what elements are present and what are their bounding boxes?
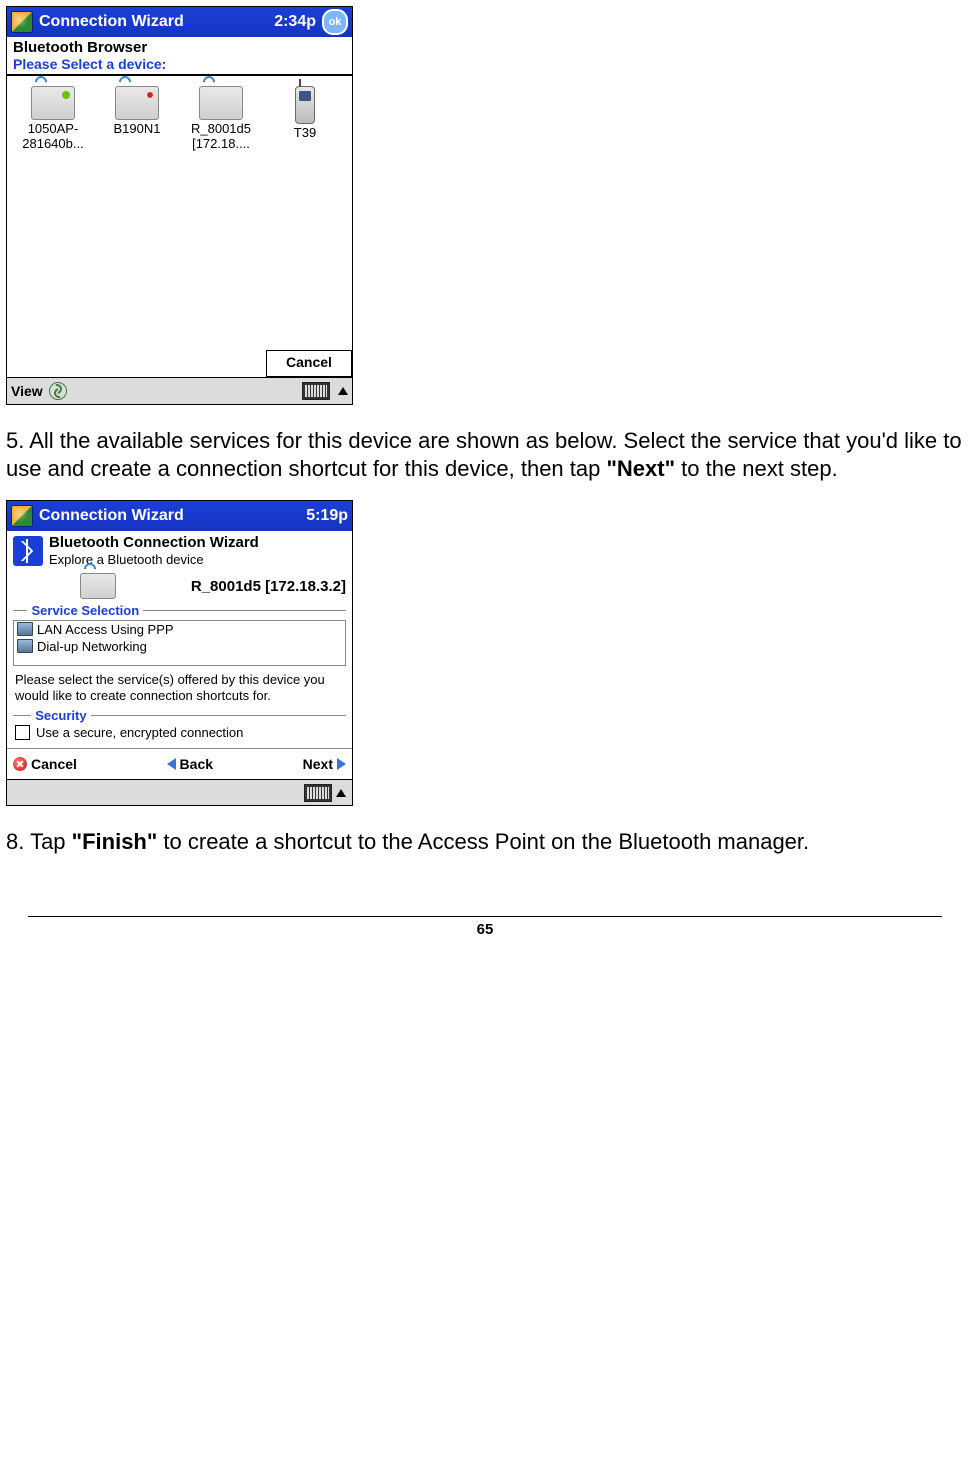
keyboard-icon[interactable] <box>304 784 332 802</box>
router-icon <box>80 573 116 599</box>
device-grid: 1050AP-281640b... B190N1 R_8001d5 [172.1… <box>7 76 352 346</box>
menu-bar: View <box>7 377 352 404</box>
device-item[interactable]: B190N1 <box>95 86 179 330</box>
bluetooth-icon <box>13 536 43 566</box>
device-label: R_8001d5 [172.18.... <box>191 121 251 151</box>
start-icon[interactable] <box>11 505 33 527</box>
dialup-icon <box>17 639 33 653</box>
keyboard-icon[interactable] <box>302 382 330 400</box>
checkbox-icon[interactable] <box>15 725 30 740</box>
cancel-icon <box>13 757 27 771</box>
device-item[interactable]: R_8001d5 [172.18.... <box>179 86 263 330</box>
bluetooth-browser-heading: Bluetooth Browser <box>7 37 352 56</box>
selected-device-row: R_8001d5 [172.18.3.2] <box>7 571 352 603</box>
sip-up-icon[interactable] <box>336 789 346 797</box>
security-label: Security <box>13 708 346 723</box>
refresh-icon[interactable] <box>49 382 67 400</box>
cancel-button[interactable]: Cancel <box>13 756 77 772</box>
device-label: B190N1 <box>114 121 161 136</box>
instruction-step5: 5. All the available services for this d… <box>6 427 964 482</box>
ok-button[interactable]: ok <box>322 9 348 35</box>
screenshot-bluetooth-browser: Connection Wizard 2:34p ok Bluetooth Bro… <box>6 6 353 405</box>
service-item[interactable]: LAN Access Using PPP <box>14 621 345 638</box>
phone-icon <box>295 86 315 124</box>
device-label: T39 <box>294 125 316 140</box>
cancel-button[interactable]: Cancel <box>266 350 352 377</box>
arrow-left-icon <box>167 758 176 770</box>
wizard-subtitle: Explore a Bluetooth device <box>49 552 259 567</box>
app-title: Connection Wizard <box>39 13 184 31</box>
wizard-nav: Cancel Back Next <box>7 748 352 779</box>
service-listbox[interactable]: LAN Access Using PPP Dial-up Networking <box>13 620 346 666</box>
lan-icon <box>17 622 33 636</box>
device-item[interactable]: T39 <box>263 86 347 330</box>
router-icon <box>31 86 75 120</box>
wizard-title: Bluetooth Connection Wizard <box>49 535 259 552</box>
service-help-text: Please select the service(s) offered by … <box>7 668 352 709</box>
secure-connection-row[interactable]: Use a secure, encrypted connection <box>7 723 352 748</box>
select-device-prompt: Please Select a device: <box>7 56 352 76</box>
wizard-header: Bluetooth Connection Wizard Explore a Bl… <box>7 531 352 571</box>
router-icon <box>199 86 243 120</box>
arrow-right-icon <box>337 758 346 770</box>
back-button[interactable]: Back <box>167 756 213 772</box>
start-icon[interactable] <box>11 11 33 33</box>
instruction-step8: 8. Tap "Finish" to create a shortcut to … <box>6 828 964 856</box>
selected-device-name: R_8001d5 [172.18.3.2] <box>191 578 346 595</box>
router-icon <box>115 86 159 120</box>
app-title: Connection Wizard <box>39 507 184 525</box>
sip-up-icon[interactable] <box>338 387 348 395</box>
view-menu[interactable]: View <box>11 383 43 399</box>
titlebar: Connection Wizard 2:34p ok <box>7 7 352 37</box>
next-button[interactable]: Next <box>303 756 346 772</box>
service-selection-label: Service Selection <box>13 603 346 618</box>
clock: 5:19p <box>306 507 348 525</box>
service-item[interactable]: Dial-up Networking <box>14 638 345 655</box>
page-rule <box>28 916 942 917</box>
titlebar: Connection Wizard 5:19p <box>7 501 352 531</box>
sip-bar <box>7 779 352 805</box>
clock: 2:34p <box>274 13 316 31</box>
screenshot-service-selection: Connection Wizard 5:19p Bluetooth Connec… <box>6 500 353 806</box>
device-item[interactable]: 1050AP-281640b... <box>11 86 95 330</box>
page-number: 65 <box>0 921 970 938</box>
device-label: 1050AP-281640b... <box>22 121 83 151</box>
